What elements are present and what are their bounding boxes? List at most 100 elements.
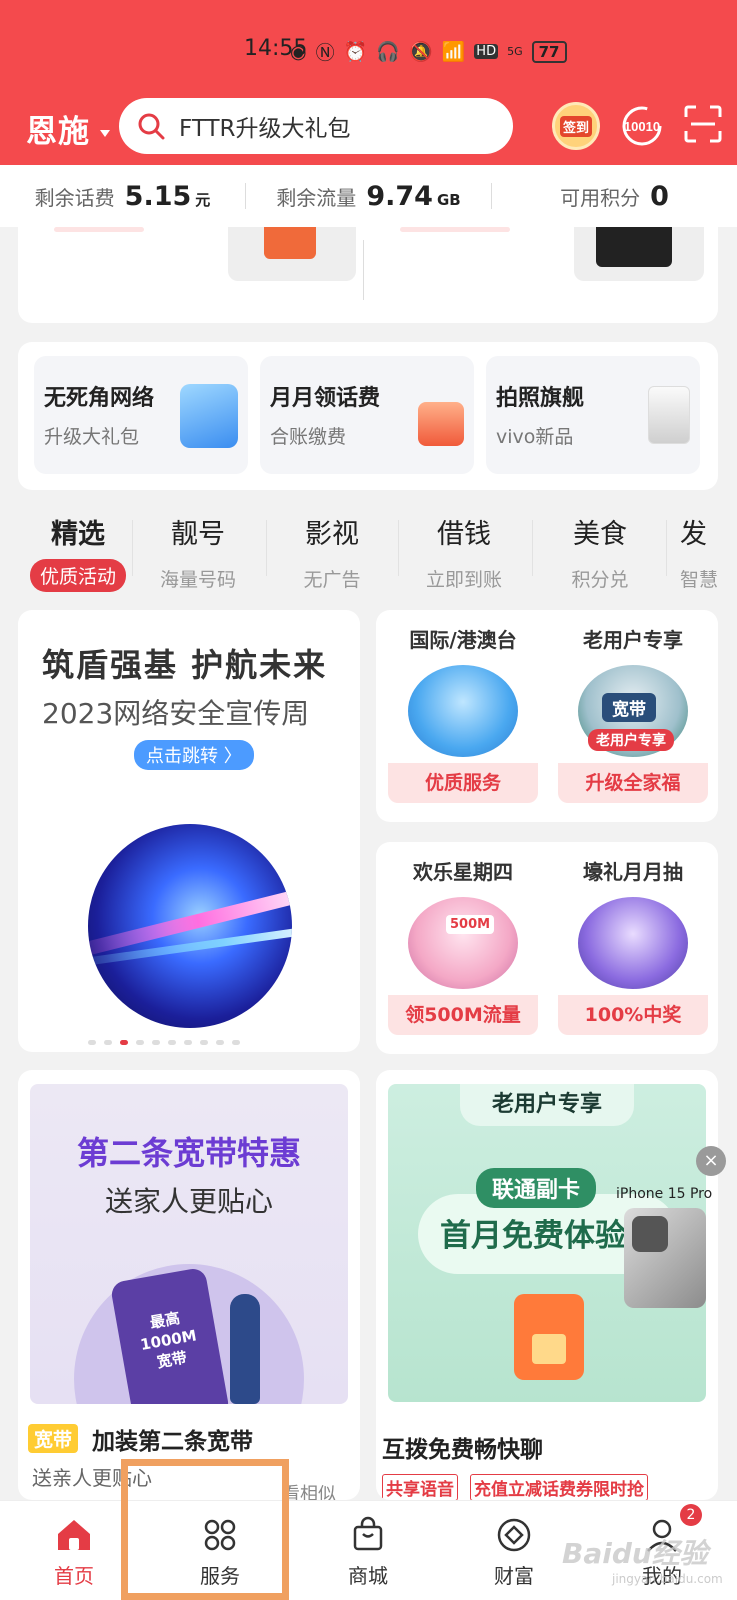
home-icon (55, 1516, 93, 1554)
promo-network[interactable]: 无死角网络 升级大礼包 (34, 356, 248, 474)
signin-label: 签到 (559, 115, 592, 137)
headset-icon: 10010 (622, 106, 662, 146)
carousel-indicator (88, 1040, 240, 1045)
tile-title: 老用户专享 (583, 628, 683, 652)
signin-button[interactable]: 签到 (552, 102, 600, 150)
search-placeholder: FTTR升级大礼包 (179, 116, 351, 142)
category-title: 靓号 (171, 519, 225, 550)
gift-box-icon (578, 897, 688, 989)
balance-value: 9.74 (366, 180, 433, 212)
category-subtitle: 积分兑 (571, 569, 629, 591)
divider (266, 520, 267, 576)
category-numbers[interactable]: 靓号 海量号码 (138, 500, 258, 592)
tab-home[interactable]: 首页 (24, 1516, 124, 1589)
category-more[interactable]: 发 智慧 (680, 500, 737, 592)
balance-data[interactable]: 剩余流量 9.74 GB (246, 181, 491, 212)
phone-icon (596, 227, 672, 267)
tile-lottery[interactable]: 壕礼月月抽 100%中奖 (558, 842, 708, 1035)
divider (363, 240, 364, 300)
divider (666, 520, 667, 576)
category-featured[interactable]: 精选 优质活动 (18, 500, 138, 592)
nfc-icon: Ⓝ (315, 42, 335, 64)
divider (532, 520, 533, 576)
banner-button[interactable]: 点击跳转 〉 (134, 740, 254, 770)
airplane-icon (408, 665, 518, 757)
promo-title: 无死角网络 (44, 386, 155, 411)
tab-mall[interactable]: 商城 (318, 1516, 418, 1589)
red-envelope-icon (418, 402, 464, 446)
tab-label: 财富 (494, 1564, 534, 1588)
carousel-dot (232, 1040, 240, 1045)
highlight-box (121, 1459, 289, 1600)
tile-title: 国际/港澳台 (409, 628, 517, 652)
float-ad-label: iPhone 15 Pro (616, 1186, 713, 1202)
status-icons: ◉ Ⓝ ⏰ 🎧 🔕 📶 HD 5G 77 (290, 38, 567, 65)
partial-button (54, 227, 144, 232)
search-bar[interactable]: FTTR升级大礼包 (119, 98, 513, 154)
banner-title: 筑盾强基 护航未来 (42, 646, 328, 684)
promo-subtitle: 合账缴费 (270, 426, 347, 448)
close-icon[interactable]: × (696, 1146, 726, 1176)
category-food[interactable]: 美食 积分兑 (540, 500, 660, 592)
notification-badge: 2 (680, 1504, 702, 1526)
eye-icon: ◉ (290, 40, 307, 63)
category-subtitle: 智慧 (680, 569, 719, 591)
carousel-banner[interactable]: 筑盾强基 护航未来 2023网络安全宣传周 点击跳转 〉 (18, 610, 360, 1052)
balance-unit: 元 (195, 190, 211, 209)
data-coupon-label: 500M (446, 915, 495, 934)
tile-loyal-user[interactable]: 老用户专享 宽带 老用户专享 升级全家福 (558, 610, 708, 803)
scan-icon (684, 105, 722, 143)
broadband-art: 第二条宽带特惠 送家人更贴心 最高 1000M 宽带 (30, 1084, 348, 1404)
feature-tag: 共享语音 (382, 1474, 458, 1500)
city-selector[interactable]: 恩施 (26, 106, 90, 151)
broadband-card[interactable]: 第二条宽带特惠 送家人更贴心 最高 1000M 宽带 宽带 加装第二条宽带 送亲… (18, 1070, 360, 1500)
watermark-logo: Baidu经验 (562, 1537, 708, 1570)
balance-fee[interactable]: 剩余话费 5.15 元 (0, 181, 245, 212)
tile-thursday[interactable]: 欢乐星期四 500M 领500M流量 (388, 842, 538, 1035)
broadband-icon: 宽带 老用户专享 (578, 665, 688, 757)
carousel-dot (216, 1040, 224, 1045)
category-subtitle: 立即到账 (425, 569, 502, 591)
tile-tag: 优质服务 (388, 763, 538, 803)
carousel-dot (136, 1040, 144, 1045)
divider (398, 520, 399, 576)
category-tabs: 精选 优质活动 靓号 海量号码 影视 无广告 借钱 立即到账 美食 积分兑 发 … (18, 500, 737, 600)
divider (132, 520, 133, 576)
product-image-phone[interactable] (574, 227, 704, 281)
scan-button[interactable] (683, 104, 723, 144)
category-loan[interactable]: 借钱 立即到账 (404, 500, 524, 592)
balance-points[interactable]: 可用积分 0 (492, 181, 737, 212)
headphone-icon: 🎧 (376, 41, 400, 63)
mute-icon: 🔕 (408, 41, 433, 63)
broadband-tag: 宽带 (28, 1424, 79, 1453)
customer-service-button[interactable]: 10010 (618, 102, 666, 150)
balance-strip: 剩余话费 5.15 元 剩余流量 9.74 GB 可用积分 0 (0, 165, 737, 227)
carousel-dot (168, 1040, 176, 1045)
balance-unit: GB (436, 190, 461, 209)
secondary-card-text: 首月免费体验 (440, 1218, 626, 1254)
balance-value: 5.15 (124, 180, 192, 212)
search-icon (138, 113, 165, 140)
promo-fee[interactable]: 月月领话费 合账缴费 (260, 356, 474, 474)
tile-international[interactable]: 国际/港澳台 优质服务 (388, 610, 538, 803)
carousel-dot (152, 1040, 160, 1045)
iphone-image[interactable] (624, 1208, 706, 1308)
coupon-icon: 500M (408, 897, 518, 989)
promo-title: 拍照旗舰 (496, 386, 585, 411)
category-title: 影视 (305, 519, 359, 550)
promo-subtitle: vivo新品 (496, 426, 574, 448)
category-video[interactable]: 影视 无广告 (272, 500, 392, 592)
caret-down-icon (100, 130, 110, 137)
shopping-bag-icon (349, 1516, 387, 1554)
balance-label: 剩余话费 (34, 185, 115, 210)
tab-wealth[interactable]: 财富 (464, 1516, 564, 1589)
promo-subtitle: 升级大礼包 (44, 426, 140, 448)
carousel-dot (184, 1040, 192, 1045)
promo-camera[interactable]: 拍照旗舰 vivo新品 (486, 356, 700, 474)
product-image-sim[interactable] (228, 227, 356, 281)
tile-title: 壕礼月月抽 (583, 860, 683, 884)
carousel-dot (104, 1040, 112, 1045)
camera-icon (632, 1216, 668, 1252)
carousel-dot (200, 1040, 208, 1045)
carousel-dot (120, 1040, 128, 1045)
